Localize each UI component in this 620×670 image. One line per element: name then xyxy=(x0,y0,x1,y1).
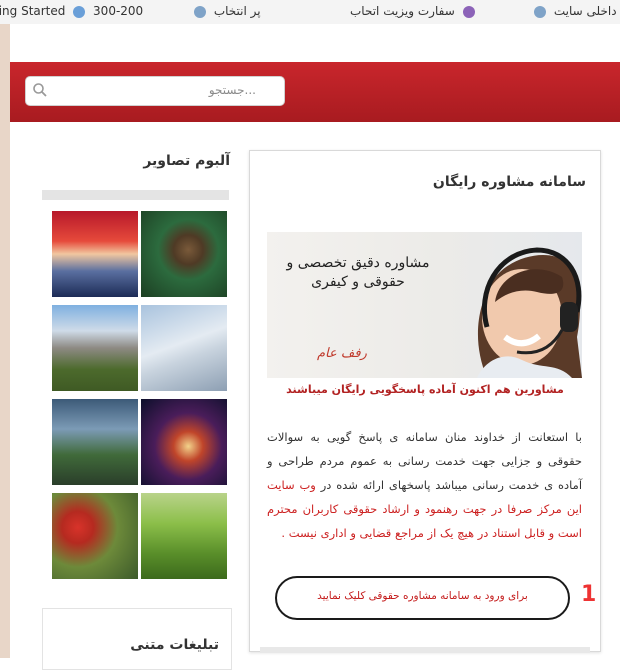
card-bottom-strip xyxy=(260,647,590,653)
banner-signature: رفف عام xyxy=(317,346,367,361)
globe-icon xyxy=(73,5,86,18)
gallery-image-airplane[interactable] xyxy=(141,305,227,391)
consultation-banner: مشاوره دقیق تخصصی و حقوقی و کیفری رفف عا… xyxy=(267,232,582,378)
globe-icon xyxy=(534,5,546,18)
card-title: سامانه مشاوره رایگان xyxy=(432,174,586,190)
search-input[interactable]: جستجو... xyxy=(25,76,285,106)
gallery-divider xyxy=(42,190,229,200)
bookmark-label: پر انتخاب xyxy=(213,4,261,18)
bookmark-item[interactable]: ث داخلی سایت xyxy=(530,4,620,18)
text-ads-title: تبلیغات متنی xyxy=(130,637,219,653)
globe-icon xyxy=(462,5,475,18)
consultation-login-link[interactable]: برای ورود به سامانه مشاوره حقوقی کلیک نم… xyxy=(284,590,561,602)
gallery-title: آلبوم تصاویر xyxy=(143,153,230,169)
banner-text: مشاوره دقیق تخصصی و حقوقی و کیفری xyxy=(286,255,430,290)
gallery-image-galaxy[interactable] xyxy=(141,399,227,485)
gallery-image-sunset-sea[interactable] xyxy=(52,211,138,297)
bookmark-item[interactable]: پر انتخاب xyxy=(190,4,261,18)
search-icon[interactable] xyxy=(32,82,48,98)
text-ads-box: تبلیغات متنی xyxy=(42,608,232,670)
annotation-number: 1 xyxy=(581,582,597,607)
operator-photo-icon xyxy=(477,247,582,378)
bookmark-label: ث داخلی سایت xyxy=(553,4,620,18)
gallery-image-forest[interactable] xyxy=(141,211,227,297)
search-placeholder: جستجو... xyxy=(208,83,256,97)
bookmark-label: سفارت ویزیت اتحاب xyxy=(350,4,455,18)
bookmark-item[interactable]: ting Started 300-200 xyxy=(0,4,143,18)
window-border xyxy=(0,24,10,658)
gallery-image-mountains[interactable] xyxy=(52,305,138,391)
card-description: با استعانت از خداوند منان سامانه ی پاسخ … xyxy=(267,425,582,545)
card-headline: مشاورین هم اکنون آماده پاسخگویی رایگان م… xyxy=(286,383,564,396)
bookmarks-bar: ting Started 300-200 پر انتخاب سفارت ویز… xyxy=(0,0,620,25)
gallery-image-poppies[interactable] xyxy=(52,493,138,579)
bookmark-label: 300-200 xyxy=(93,4,144,18)
globe-icon xyxy=(194,5,206,18)
bookmark-item[interactable]: سفارت ویزیت اتحاب xyxy=(350,4,479,18)
gallery-image-green-forest[interactable] xyxy=(141,493,227,579)
bookmark-label: ting Started xyxy=(0,4,66,18)
gallery-image-landscape[interactable] xyxy=(52,399,138,485)
